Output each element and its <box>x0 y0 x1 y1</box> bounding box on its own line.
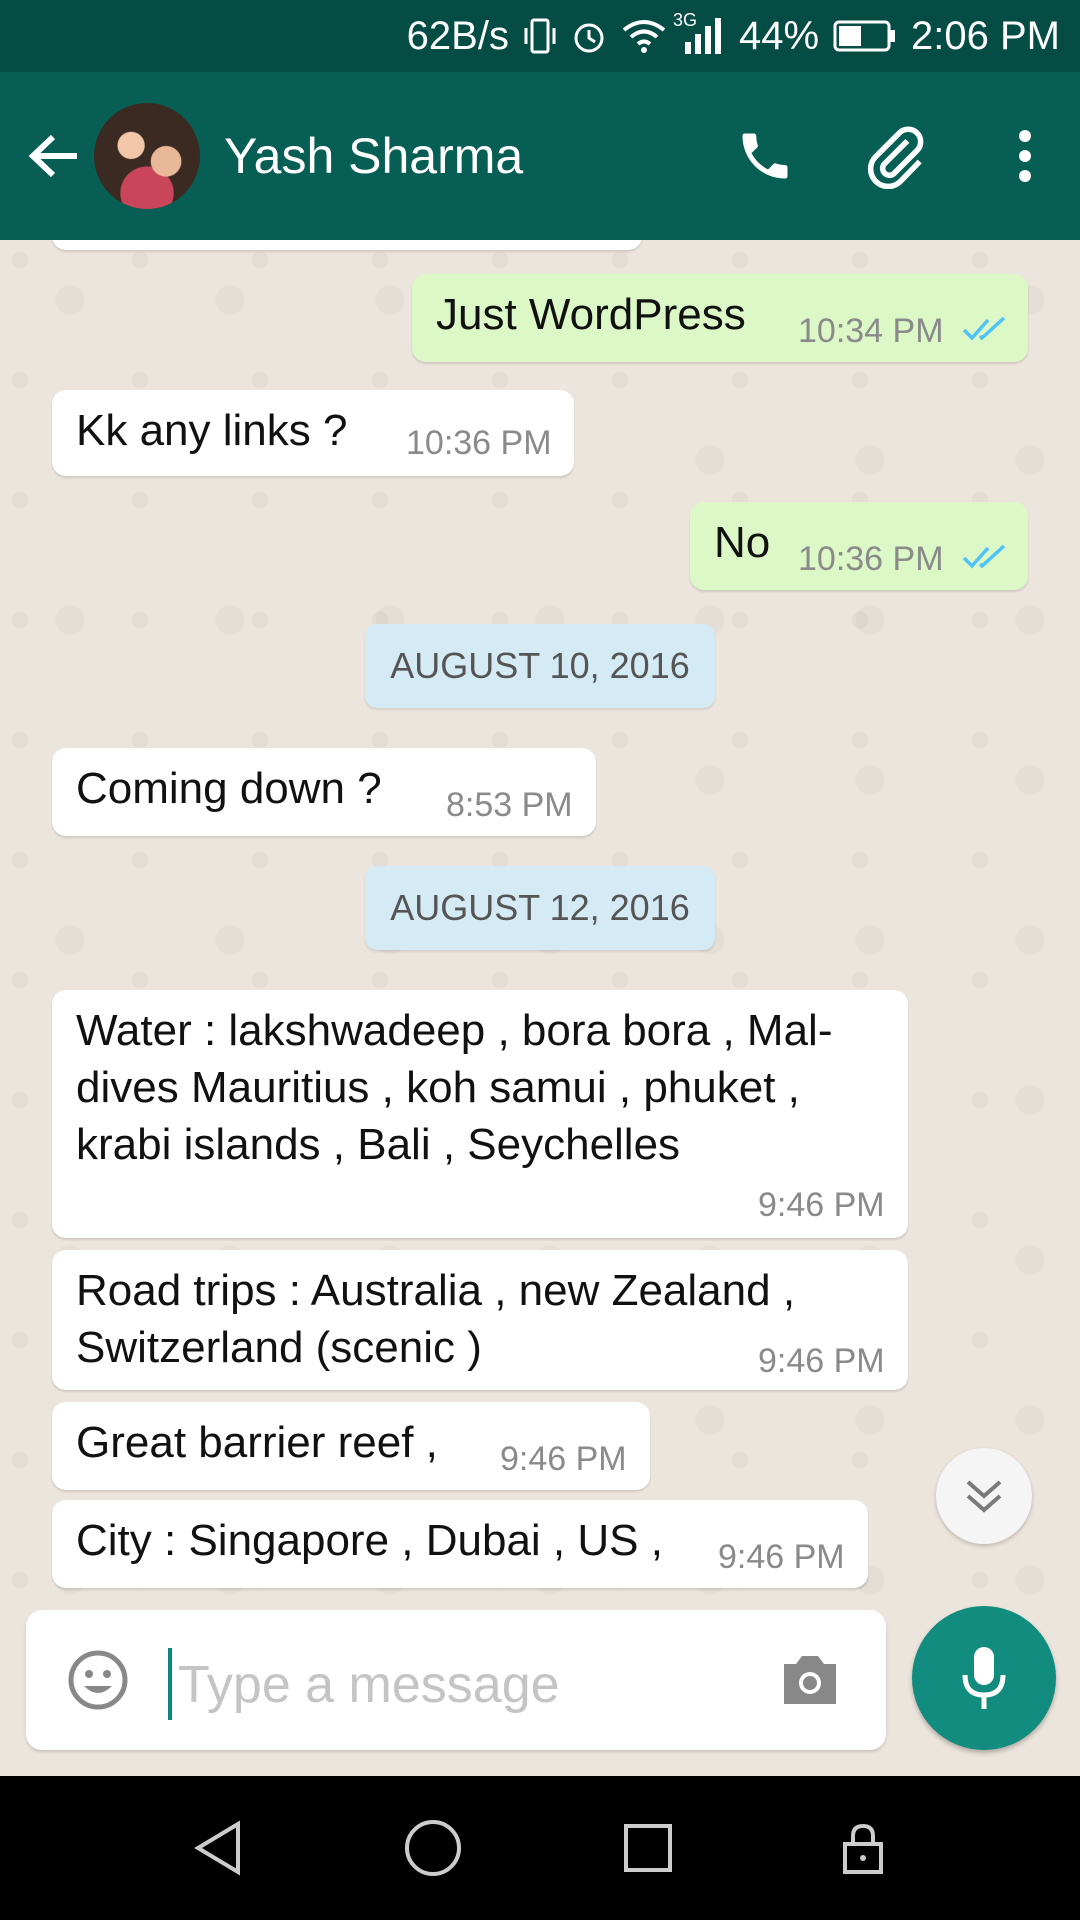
read-receipt-icon <box>962 316 1006 341</box>
net-speed: 62B/s <box>406 13 509 58</box>
battery-icon <box>833 20 897 52</box>
more-vert-icon[interactable] <box>980 111 1070 201</box>
scroll-to-bottom-button[interactable] <box>936 1448 1032 1544</box>
signal-icon: 3G <box>673 10 725 56</box>
message-time: 9:46 PM <box>718 1538 845 1576</box>
back-arrow-icon[interactable] <box>18 121 88 191</box>
message-time: 9:46 PM <box>500 1440 627 1478</box>
message-bubble-incoming[interactable]: City : Singapore , Dubai , US , 9:46 PM <box>52 1500 868 1588</box>
system-navigation-bar <box>0 1776 1080 1920</box>
date-divider: AUGUST 10, 2016 <box>365 624 715 708</box>
contact-name[interactable]: Yash Sharma <box>224 127 720 185</box>
camera-icon[interactable] <box>778 1650 842 1710</box>
message-text: Road trips : Australia , new Zealand , S… <box>76 1266 796 1372</box>
message-text: City : Singapore , Dubai , US , <box>76 1516 663 1565</box>
read-receipt-icon <box>962 544 1006 569</box>
chevron-double-down-icon <box>966 1480 1002 1513</box>
clock: 2:06 PM <box>911 13 1060 58</box>
text-cursor <box>168 1648 172 1720</box>
message-composer <box>26 1610 886 1750</box>
message-bubble-partial <box>52 240 642 250</box>
battery-percent: 44% <box>738 13 820 58</box>
message-text: Just WordPress <box>436 290 746 339</box>
message-time: 10:36 PM <box>798 540 944 578</box>
message-text: Coming down ? <box>76 764 382 813</box>
nav-lock-icon[interactable] <box>828 1813 898 1883</box>
message-list[interactable]: Just WordPress 10:34 PM Kk any links ? 1… <box>0 240 1080 1616</box>
nav-back-icon[interactable] <box>183 1813 253 1883</box>
message-time: 9:46 PM <box>758 1342 885 1380</box>
message-text: Water : lakshwadeep , bora bora , Mal- d… <box>76 1006 833 1169</box>
date-divider: AUGUST 12, 2016 <box>365 866 715 950</box>
message-bubble-outgoing[interactable]: Just WordPress 10:34 PM <box>412 274 1028 362</box>
message-bubble-incoming[interactable]: Road trips : Australia , new Zealand , S… <box>52 1250 908 1390</box>
message-time: 10:36 PM <box>406 424 552 462</box>
status-bar: 62B/s 3G 44% 2:06 PM <box>0 0 1080 72</box>
message-bubble-incoming[interactable]: Great barrier reef , 9:46 PM <box>52 1402 650 1490</box>
wifi-icon <box>621 18 667 54</box>
nav-recents-icon[interactable] <box>613 1813 683 1883</box>
message-text: No <box>714 518 771 567</box>
nav-home-icon[interactable] <box>398 1813 468 1883</box>
message-time: 10:34 PM <box>798 312 944 350</box>
message-bubble-outgoing[interactable]: No 10:36 PM <box>690 502 1028 590</box>
contact-avatar[interactable] <box>94 103 200 209</box>
attach-icon[interactable] <box>850 111 940 201</box>
alarm-icon <box>571 18 607 54</box>
vibrate-icon <box>523 16 557 56</box>
phone-icon[interactable] <box>720 111 810 201</box>
message-time: 8:53 PM <box>446 786 573 824</box>
message-bubble-incoming[interactable]: Coming down ? 8:53 PM <box>52 748 596 836</box>
chat-header: Yash Sharma <box>0 72 1080 240</box>
message-bubble-incoming[interactable]: Kk any links ? 10:36 PM <box>52 390 574 476</box>
message-text: Great barrier reef , <box>76 1418 438 1467</box>
voice-record-button[interactable] <box>912 1606 1056 1750</box>
microphone-icon <box>962 1647 1006 1709</box>
emoji-icon[interactable] <box>66 1648 130 1712</box>
network-type: 3G <box>672 10 697 30</box>
message-time: 9:46 PM <box>758 1186 885 1224</box>
message-text: Kk any links ? <box>76 406 348 455</box>
message-bubble-incoming[interactable]: Water : lakshwadeep , bora bora , Mal- d… <box>52 990 908 1238</box>
message-input[interactable] <box>176 1644 780 1726</box>
